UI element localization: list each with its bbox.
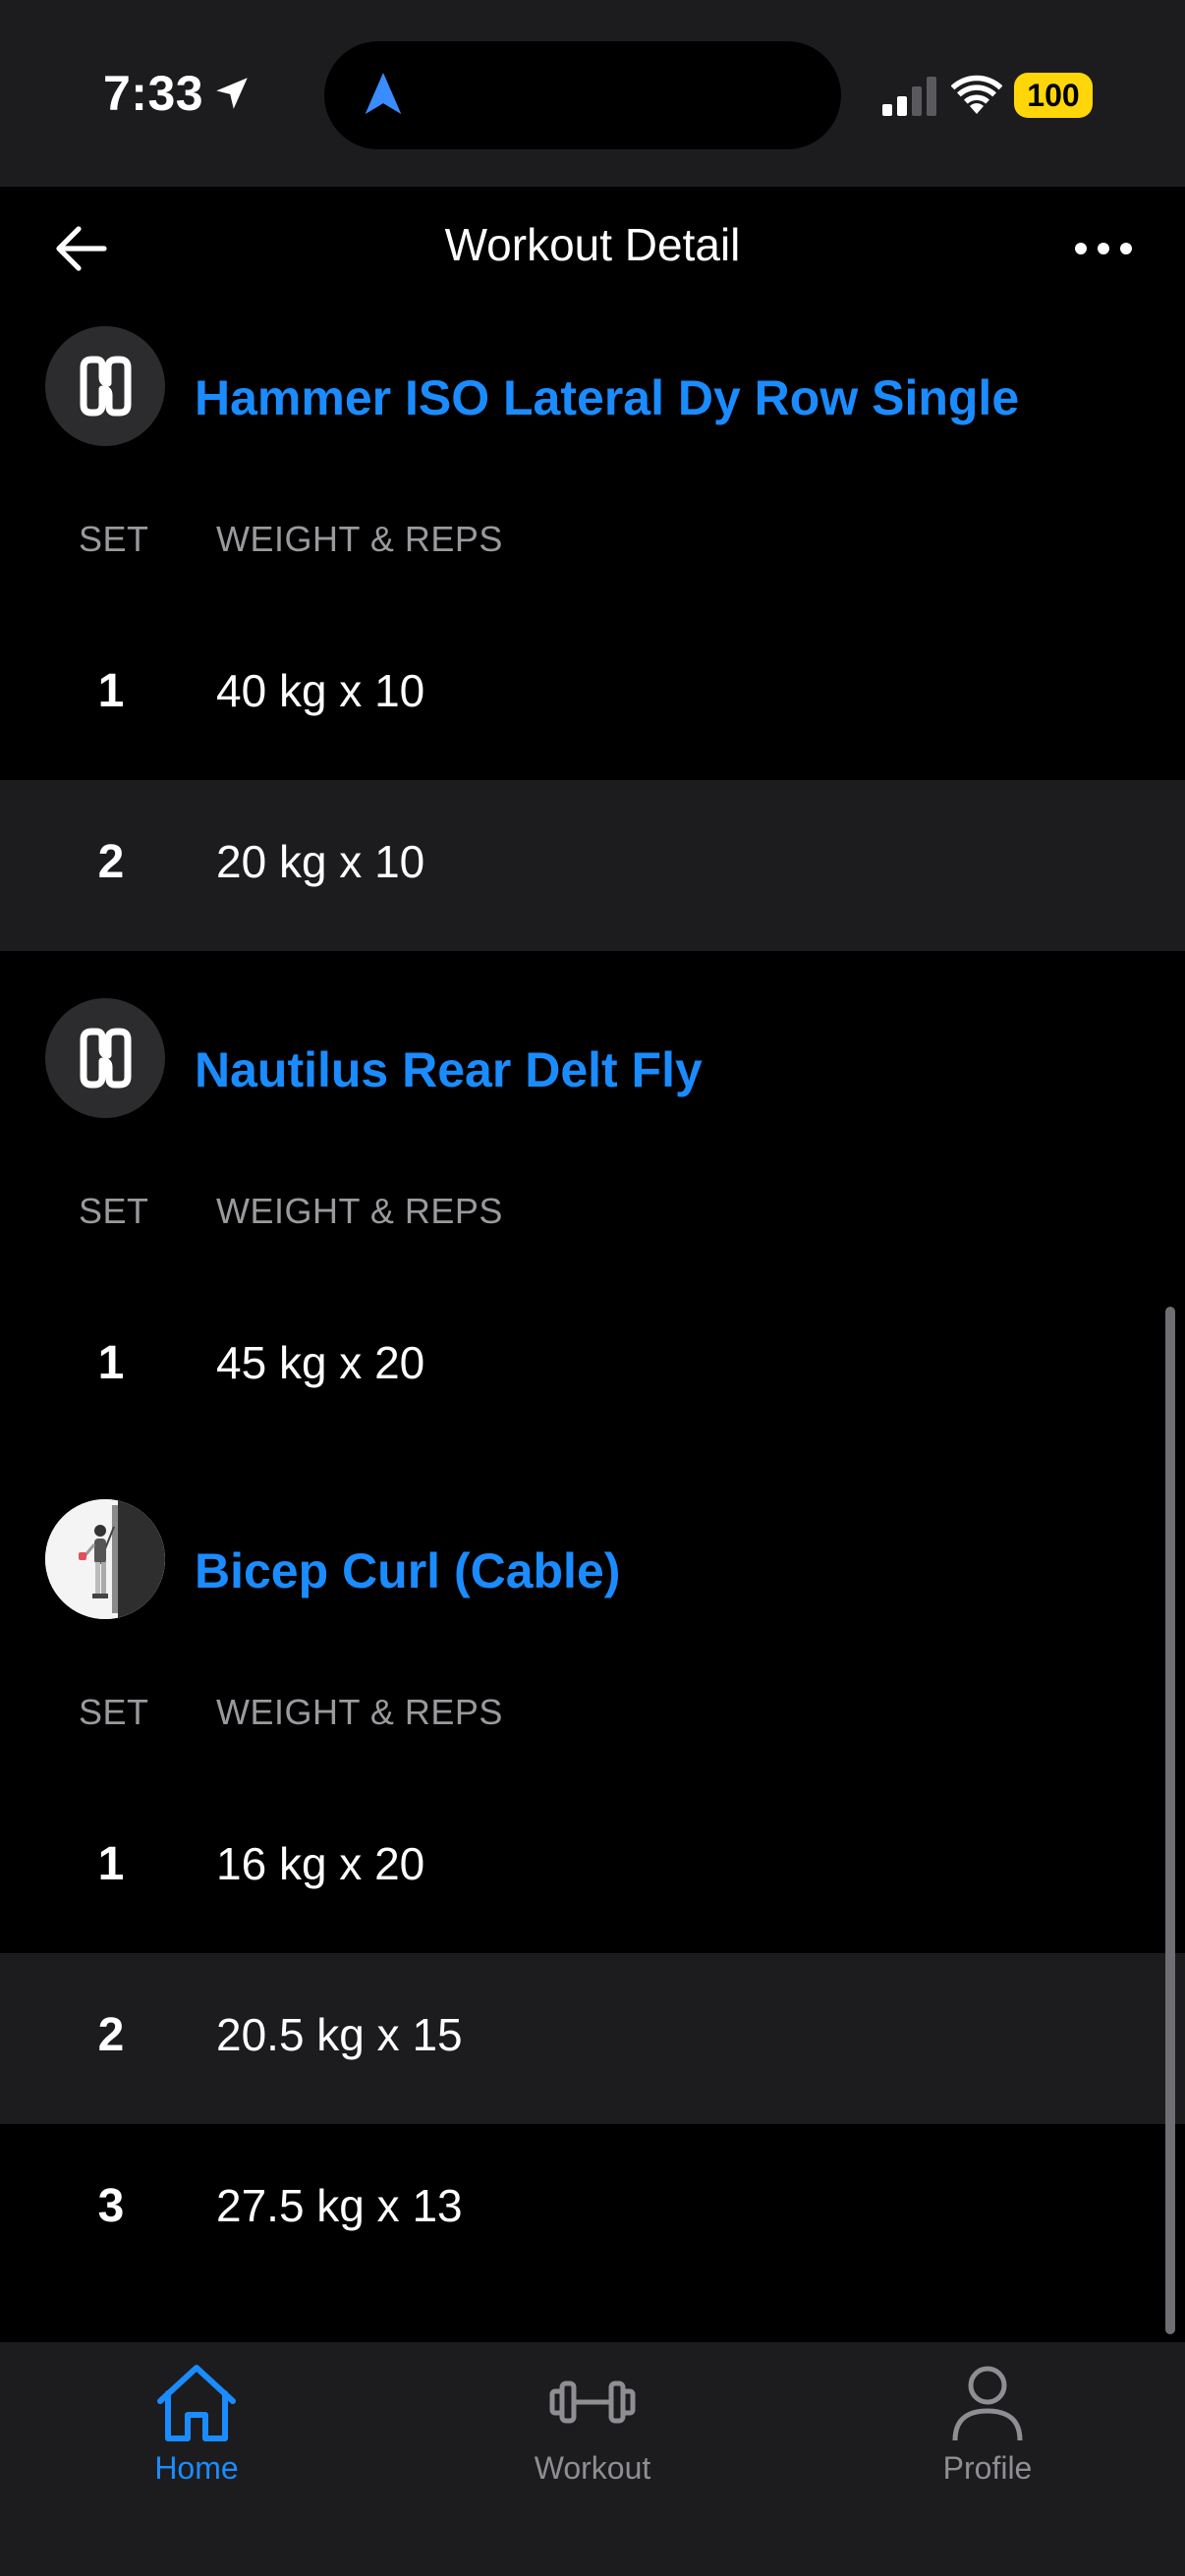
tab-bar: Home Workout Profile (0, 2342, 1185, 2576)
set-weight-reps: 20 kg x 10 (216, 836, 425, 887)
set-row: 1 40 kg x 10 (0, 609, 1185, 780)
tab-label: Workout (534, 2450, 651, 2486)
battery-tip (1085, 86, 1091, 104)
set-number: 2 (97, 836, 125, 888)
cellular-signal-icon (882, 77, 936, 116)
ellipsis-icon[interactable] (1071, 224, 1136, 273)
tab-profile[interactable]: Profile (850, 2362, 1125, 2509)
exercise-thumbnail (45, 1499, 165, 1619)
set-row: 1 16 kg x 20 (0, 1782, 1185, 1953)
set-row: 3 27.5 kg x 13 (0, 2124, 1185, 2295)
tab-workout[interactable]: Workout (455, 2362, 730, 2509)
exercise-title[interactable]: Bicep Curl (Cable) (195, 1542, 620, 1599)
page-title: Workout Detail (444, 219, 741, 270)
exercise-title[interactable]: Hammer ISO Lateral Dy Row Single (195, 369, 1019, 426)
wifi-icon (951, 75, 1002, 114)
hevy-logo-icon (45, 326, 165, 446)
set-number: 2 (97, 2009, 125, 2061)
dynamic-island (324, 41, 841, 149)
set-row: 2 20.5 kg x 15 (0, 1953, 1185, 2124)
navigation-icon (365, 73, 402, 115)
tab-home[interactable]: Home (59, 2362, 334, 2509)
set-number: 3 (97, 2180, 125, 2232)
dumbbell-icon (549, 2380, 636, 2424)
workout-detail-content[interactable]: Hammer ISO Lateral Dy Row Single SET WEI… (0, 312, 1185, 2342)
person-icon (952, 2366, 1023, 2441)
battery-icon: 100 (1014, 73, 1093, 118)
location-arrow-icon (216, 78, 248, 109)
set-row: 2 20 kg x 10 (0, 780, 1185, 951)
set-row: 1 45 kg x 20 (0, 1281, 1185, 1452)
exercise-title[interactable]: Nautilus Rear Delt Fly (195, 1041, 703, 1098)
exercise-header[interactable]: Hammer ISO Lateral Dy Row Single (0, 326, 1185, 454)
weight-reps-column-label: WEIGHT & REPS (216, 1191, 503, 1231)
set-column-label: SET (79, 1692, 149, 1732)
set-number: 1 (97, 1838, 125, 1890)
exercise-header[interactable]: Nautilus Rear Delt Fly (0, 998, 1185, 1126)
status-time: 7:33 (103, 66, 204, 121)
set-column-label: SET (79, 1191, 149, 1231)
home-icon (157, 2365, 236, 2441)
set-weight-reps: 16 kg x 20 (216, 1838, 425, 1889)
set-weight-reps: 27.5 kg x 13 (216, 2180, 463, 2231)
set-number: 1 (97, 1337, 125, 1389)
hevy-logo-icon (45, 998, 165, 1118)
set-column-label: SET (79, 519, 149, 559)
weight-reps-column-label: WEIGHT & REPS (216, 519, 503, 559)
weight-reps-column-label: WEIGHT & REPS (216, 1692, 503, 1732)
exercise-header[interactable]: Bicep Curl (Cable) (0, 1499, 1185, 1627)
set-weight-reps: 20.5 kg x 15 (216, 2009, 463, 2060)
tab-label: Profile (942, 2450, 1033, 2486)
tab-label: Home (154, 2450, 239, 2486)
set-number: 1 (97, 665, 125, 717)
status-bar: 7:33 100 Workout Detail (0, 0, 1185, 271)
set-weight-reps: 40 kg x 10 (216, 665, 425, 716)
scrollbar[interactable] (1165, 1307, 1175, 2334)
set-weight-reps: 45 kg x 20 (216, 1337, 425, 1388)
